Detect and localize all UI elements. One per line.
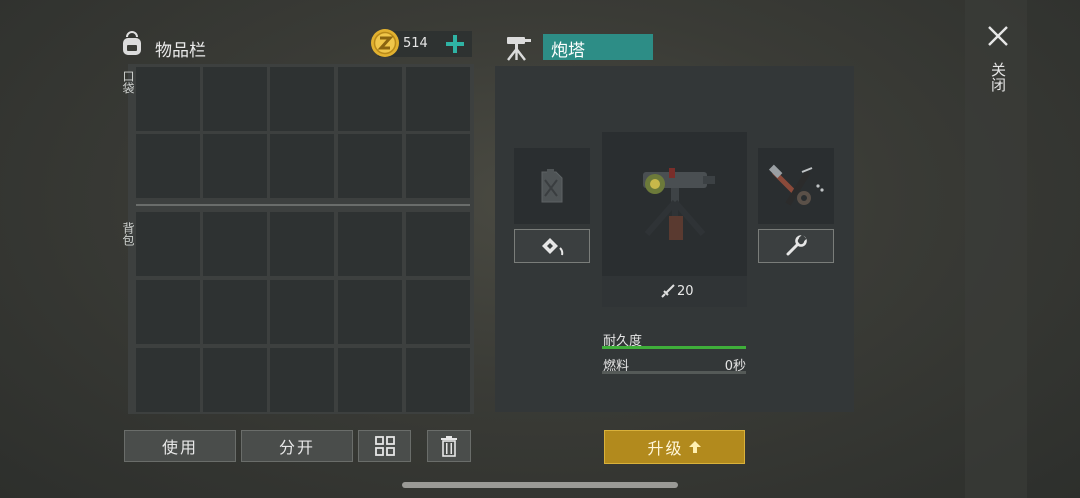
trash-icon: [441, 436, 457, 457]
backpack-slot[interactable]: [338, 348, 402, 412]
pocket-slot[interactable]: [270, 67, 334, 131]
pocket-slot[interactable]: [338, 67, 402, 131]
pocket-slot[interactable]: [203, 67, 267, 131]
backpack-label: 背包: [121, 222, 135, 246]
backpack-slot[interactable]: [406, 212, 470, 276]
add-coins-icon[interactable]: [444, 33, 466, 55]
damage-value: 20: [677, 284, 694, 299]
refuel-button[interactable]: [514, 229, 590, 263]
turret-image: [625, 152, 725, 252]
backpack-icon: [118, 30, 146, 58]
backpack-slot[interactable]: [203, 212, 267, 276]
close-label[interactable]: 关闭: [988, 62, 1009, 92]
section-divider: [136, 204, 470, 206]
arrow-up-icon: [688, 441, 701, 453]
use-button[interactable]: 使用: [124, 430, 236, 462]
backpack-slot[interactable]: [406, 348, 470, 412]
pocket-label: 口袋: [121, 70, 135, 94]
backpack-slot[interactable]: [338, 280, 402, 344]
turret-header-icon: [503, 32, 533, 62]
wrench-icon: [786, 234, 807, 256]
sort-button[interactable]: [358, 430, 411, 462]
backpack-slot[interactable]: [136, 348, 200, 412]
pocket-slot[interactable]: [338, 134, 402, 198]
object-name: 炮塔: [551, 41, 585, 61]
pocket-slot[interactable]: [136, 134, 200, 198]
backpack-slot[interactable]: [136, 212, 200, 276]
pocket-slot[interactable]: [270, 134, 334, 198]
backpack-slot[interactable]: [406, 280, 470, 344]
delete-button[interactable]: [427, 430, 471, 462]
pocket-slot[interactable]: [136, 67, 200, 131]
backpack-slot[interactable]: [203, 280, 267, 344]
upgrade-button[interactable]: 升级: [604, 430, 745, 464]
home-indicator[interactable]: [402, 482, 678, 488]
durability-bar-fill: [602, 346, 746, 349]
close-icon[interactable]: [986, 24, 1010, 48]
repair-parts-icon: [768, 164, 824, 206]
refuel-icon: [542, 238, 564, 256]
sword-icon: [660, 283, 676, 299]
fuel-slot[interactable]: [514, 148, 590, 224]
pocket-slot[interactable]: [406, 67, 470, 131]
fuel-can-icon: [541, 169, 563, 203]
backpack-slot[interactable]: [338, 212, 402, 276]
fuel-bar-track: [602, 371, 746, 374]
backpack-slot[interactable]: [136, 280, 200, 344]
inventory-title: 物品栏: [155, 41, 206, 61]
grid-icon: [374, 436, 395, 456]
pocket-slot[interactable]: [203, 134, 267, 198]
coin-icon: [370, 28, 400, 58]
repair-button[interactable]: [758, 229, 834, 263]
coin-amount: 514: [403, 36, 428, 51]
pocket-slot[interactable]: [406, 134, 470, 198]
backpack-slot[interactable]: [270, 348, 334, 412]
backpack-slot[interactable]: [270, 280, 334, 344]
backpack-slot[interactable]: [270, 212, 334, 276]
split-button[interactable]: 分开: [241, 430, 353, 462]
ammo-slot[interactable]: [758, 148, 834, 224]
backpack-slot[interactable]: [203, 348, 267, 412]
upgrade-label: 升级: [647, 439, 684, 458]
